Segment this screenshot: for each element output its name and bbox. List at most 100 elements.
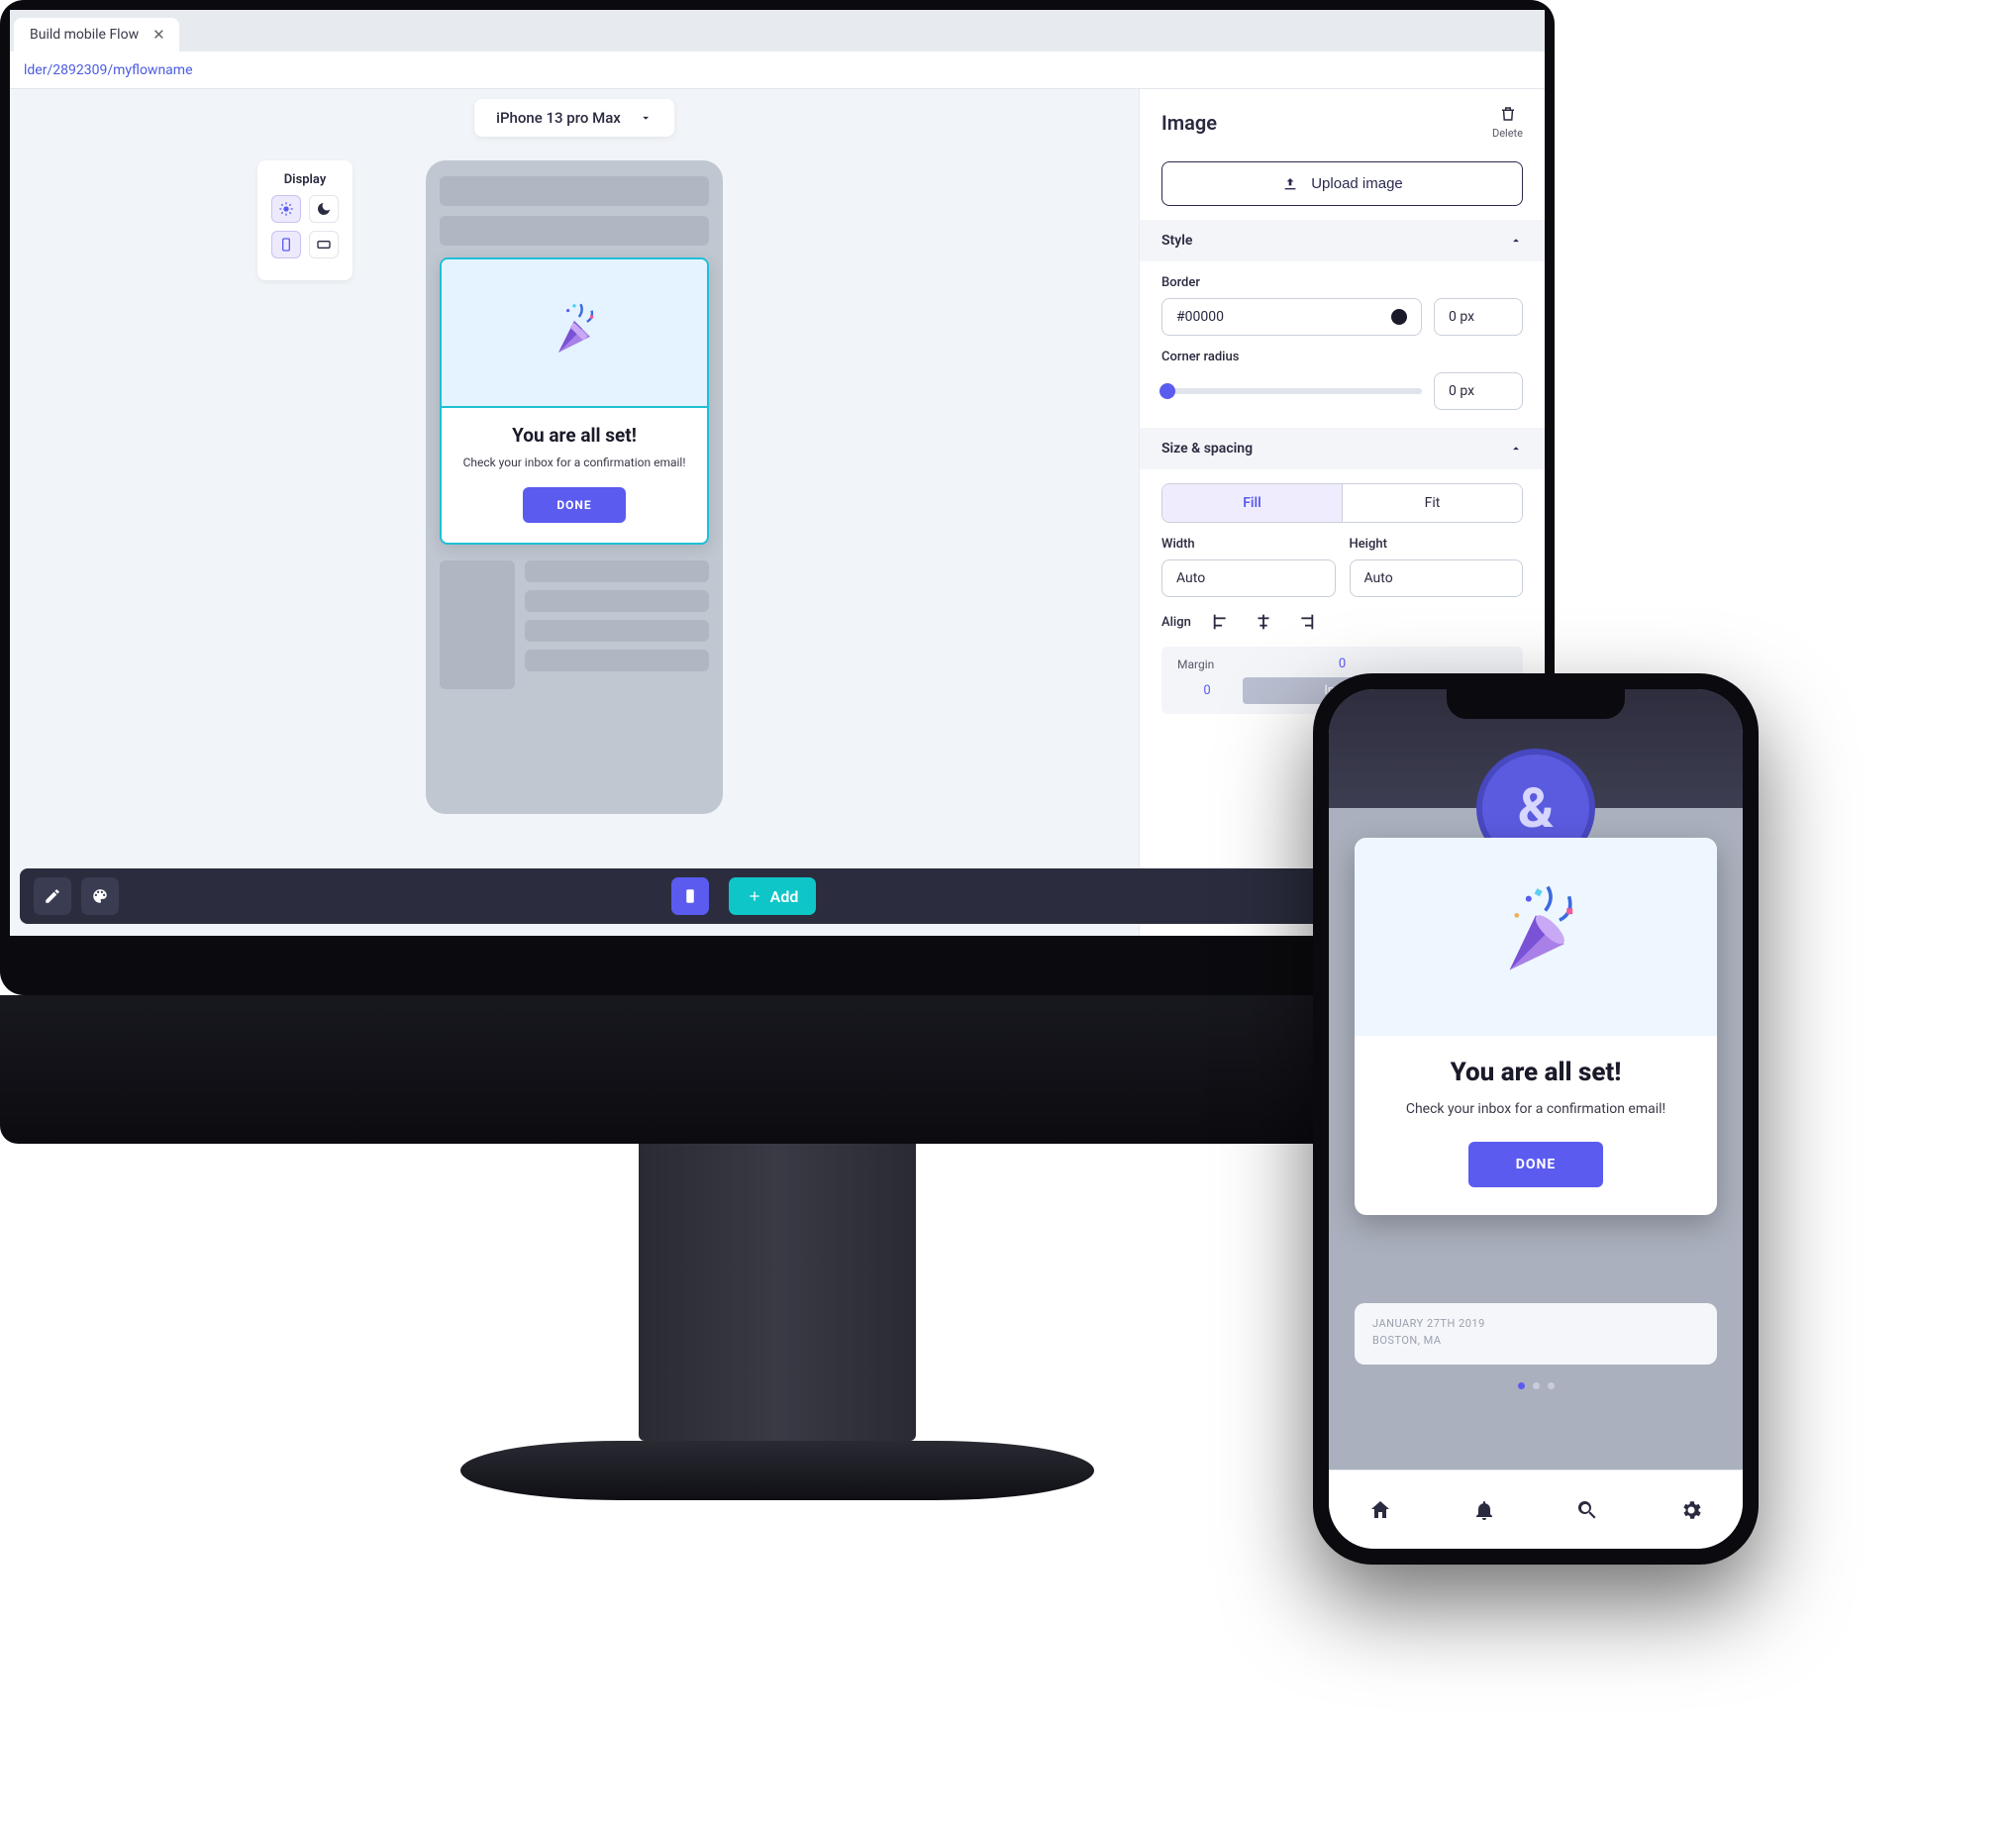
margin-top-value[interactable]: 0 — [1243, 657, 1442, 671]
event-location: BOSTON, MA — [1372, 1334, 1699, 1347]
width-label: Width — [1161, 537, 1336, 552]
phone-landscape-icon — [316, 237, 332, 253]
fill-button[interactable]: Fill — [1162, 484, 1342, 522]
preview-modal-body: Check your inbox for a confirmation emai… — [459, 455, 689, 471]
width-input[interactable]: Auto — [1161, 559, 1336, 597]
page-dot — [1548, 1382, 1555, 1389]
add-label: Add — [770, 887, 799, 906]
monitor-stand — [639, 1144, 916, 1441]
device-selector[interactable]: iPhone 13 pro Max — [474, 99, 674, 137]
height-input[interactable]: Auto — [1350, 559, 1524, 597]
close-icon[interactable]: ✕ — [152, 26, 165, 44]
phone-done-button[interactable]: DONE — [1468, 1142, 1604, 1187]
phone-mockup: & — [1313, 673, 1759, 1565]
margin-left-value[interactable]: 0 — [1177, 683, 1237, 698]
phone-modal: You are all set! Check your inbox for a … — [1355, 838, 1717, 1215]
phone-page-dots — [1329, 1382, 1743, 1389]
color-swatch[interactable] — [1391, 309, 1407, 325]
preview-placeholder — [525, 650, 709, 671]
phone-icon — [681, 887, 699, 905]
palette-icon — [91, 887, 109, 905]
landscape-button[interactable] — [309, 231, 339, 258]
preview-placeholder — [440, 176, 709, 206]
party-popper-icon — [535, 293, 614, 372]
width-value: Auto — [1176, 570, 1205, 586]
preview-modal[interactable]: You are all set! Check your inbox for a … — [440, 257, 709, 545]
border-label: Border — [1161, 275, 1523, 290]
inspector-title: Image — [1161, 111, 1217, 135]
height-label: Height — [1350, 537, 1524, 552]
light-mode-button[interactable] — [271, 195, 301, 223]
page-dot-active — [1518, 1382, 1525, 1389]
phone-tabbar — [1329, 1470, 1743, 1549]
style-section-body: Border #00000 0 px Corner radius — [1140, 261, 1545, 428]
address-bar[interactable]: lder/2892309/myflowname — [10, 51, 1545, 89]
style-section-label: Style — [1161, 233, 1192, 249]
chevron-up-icon — [1509, 234, 1523, 248]
bell-icon[interactable] — [1472, 1498, 1496, 1522]
preview-placeholder — [525, 620, 709, 642]
preview-device[interactable]: You are all set! Check your inbox for a … — [426, 160, 723, 814]
add-button[interactable]: Add — [729, 877, 817, 915]
portrait-button[interactable] — [271, 231, 301, 258]
preview-placeholder — [525, 560, 709, 582]
align-center-button[interactable] — [1253, 611, 1274, 633]
phone-notch — [1447, 689, 1625, 719]
align-label: Align — [1161, 615, 1191, 630]
device-selector-label: iPhone 13 pro Max — [496, 109, 621, 127]
pencil-icon — [44, 887, 61, 905]
upload-icon — [1281, 176, 1299, 192]
browser-tab[interactable]: Build mobile Flow ✕ — [14, 18, 179, 51]
theme-button[interactable] — [81, 877, 119, 915]
preview-modal-image[interactable] — [442, 259, 707, 408]
preview-placeholder — [525, 590, 709, 612]
moon-icon — [316, 201, 332, 217]
canvas-area: iPhone 13 pro Max Display — [10, 89, 1139, 936]
display-label: Display — [271, 172, 339, 187]
border-color-input[interactable]: #00000 — [1161, 298, 1422, 336]
align-right-button[interactable] — [1294, 611, 1316, 633]
event-date: JANUARY 27TH 2019 — [1372, 1317, 1699, 1330]
gear-icon[interactable] — [1679, 1498, 1703, 1522]
preview-done-button[interactable]: DONE — [523, 487, 625, 523]
search-icon[interactable] — [1575, 1498, 1599, 1522]
corner-radius-value: 0 px — [1449, 383, 1474, 399]
dark-mode-button[interactable] — [309, 195, 339, 223]
phone-screen: & — [1329, 689, 1743, 1549]
preview-placeholder — [440, 560, 515, 689]
corner-radius-input[interactable]: 0 px — [1434, 372, 1523, 410]
border-color-value: #00000 — [1176, 309, 1224, 325]
chevron-down-icon — [639, 111, 653, 125]
trash-icon — [1499, 105, 1517, 123]
sun-icon — [278, 201, 294, 217]
delete-button[interactable]: Delete — [1492, 105, 1523, 140]
preview-modal-title: You are all set! — [459, 424, 689, 447]
page-dot — [1533, 1382, 1540, 1389]
preview-placeholder — [440, 216, 709, 246]
url-text: lder/2892309/myflowname — [24, 62, 193, 78]
fit-button[interactable]: Fit — [1342, 484, 1522, 522]
phone-modal-title: You are all set! — [1380, 1058, 1691, 1087]
border-width-value: 0 px — [1449, 309, 1474, 325]
height-value: Auto — [1364, 570, 1393, 586]
upload-image-button[interactable]: Upload image — [1161, 161, 1523, 206]
logo-glyph: & — [1518, 775, 1555, 841]
plus-icon — [747, 888, 762, 904]
chevron-up-icon — [1509, 442, 1523, 456]
monitor-base — [460, 1441, 1094, 1500]
tab-title: Build mobile Flow — [30, 27, 139, 43]
delete-label: Delete — [1492, 127, 1523, 140]
browser-tab-bar: Build mobile Flow ✕ — [10, 10, 1545, 51]
display-palette: Display — [257, 160, 353, 280]
edit-button[interactable] — [34, 877, 71, 915]
style-section-header[interactable]: Style — [1140, 220, 1545, 261]
align-left-button[interactable] — [1211, 611, 1233, 633]
screens-button[interactable] — [671, 877, 709, 915]
size-section-header[interactable]: Size & spacing — [1140, 428, 1545, 469]
phone-portrait-icon — [278, 237, 294, 253]
phone-modal-image — [1355, 838, 1717, 1036]
home-icon[interactable] — [1368, 1498, 1392, 1522]
corner-radius-slider[interactable] — [1161, 388, 1422, 394]
phone-event-card: JANUARY 27TH 2019 BOSTON, MA — [1355, 1303, 1717, 1365]
border-width-input[interactable]: 0 px — [1434, 298, 1523, 336]
